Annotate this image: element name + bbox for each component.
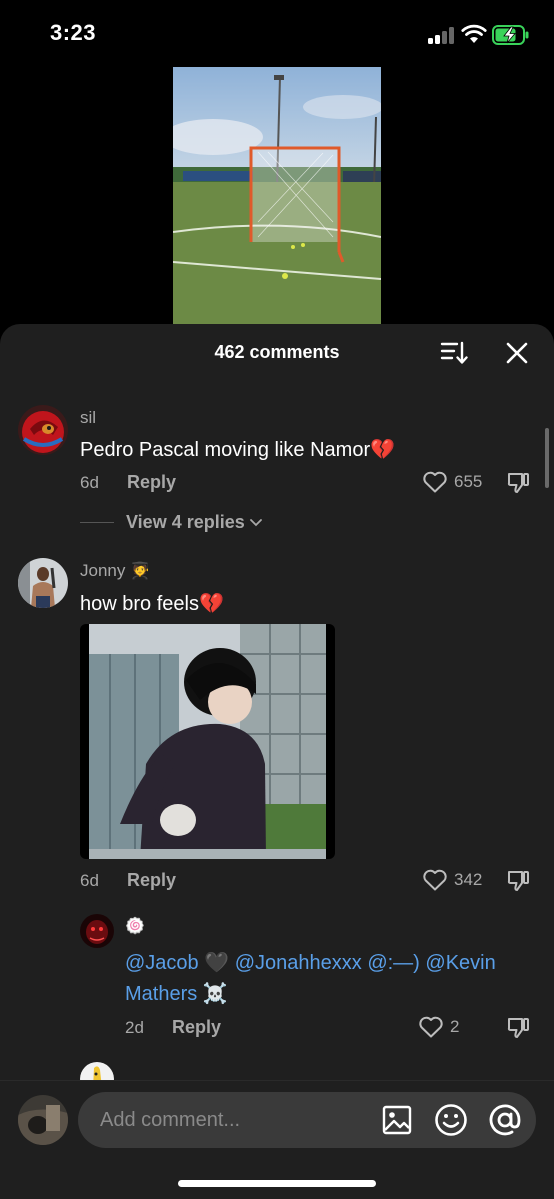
- reply-button[interactable]: Reply: [172, 1017, 221, 1038]
- comments-sheet: 462 comments sil Pedro Pascal moving lik…: [0, 324, 554, 1199]
- gif-frame: [89, 624, 326, 859]
- battery-charging-icon: [492, 25, 529, 45]
- chevron-down-icon: [249, 518, 262, 526]
- like-count: 2: [450, 1017, 460, 1036]
- reply-text: @Jacob 🖤 @Jonahhexxx @:—) @Kevin Mathers…: [125, 948, 545, 1010]
- reply-button[interactable]: Reply: [127, 870, 176, 891]
- comment-gif-image[interactable]: [80, 624, 335, 859]
- wifi-icon: [461, 24, 487, 43]
- scrollbar[interactable]: [545, 428, 549, 488]
- avatar[interactable]: [18, 558, 68, 608]
- heart-icon: [419, 1016, 443, 1038]
- home-indicator[interactable]: [178, 1180, 376, 1187]
- reply-button[interactable]: Reply: [127, 472, 176, 493]
- broken-heart-emoji: 💔: [370, 439, 396, 461]
- current-user-avatar[interactable]: [18, 1095, 68, 1145]
- dislike-icon[interactable]: [506, 1016, 532, 1040]
- comment-input-placeholder: Add comment...: [100, 1109, 241, 1131]
- video-frame-soccer-goal: [173, 67, 381, 326]
- dislike-icon[interactable]: [506, 471, 532, 495]
- comment-username[interactable]: Jonny 🧑‍🎓: [80, 561, 150, 581]
- dislike-icon[interactable]: [506, 869, 532, 893]
- broken-heart-emoji: 💔: [198, 593, 224, 615]
- avatar-image: [18, 558, 68, 608]
- comment-time: 6d: [80, 473, 99, 492]
- divider: [80, 522, 114, 523]
- heart-icon: [423, 869, 447, 891]
- black-heart-emoji: 🖤: [204, 952, 230, 974]
- avatar-image: [18, 1095, 68, 1145]
- reply-time: 2d: [125, 1018, 144, 1037]
- emoji-icon[interactable]: [434, 1103, 468, 1137]
- status-bar: 3:23: [0, 0, 554, 66]
- avatar[interactable]: [18, 405, 68, 455]
- sort-icon[interactable]: [440, 340, 468, 366]
- comment-input[interactable]: Add comment...: [78, 1092, 536, 1148]
- image-icon[interactable]: [382, 1105, 412, 1135]
- close-icon[interactable]: [504, 340, 530, 366]
- status-time: 3:23: [50, 20, 97, 45]
- heart-icon: [423, 471, 447, 493]
- student-emoji: 🧑‍🎓: [130, 563, 151, 580]
- avatar-image: [80, 914, 114, 948]
- like-button[interactable]: 342: [422, 868, 482, 892]
- mention-link[interactable]: @Jacob: [125, 952, 199, 974]
- like-count: 342: [454, 870, 483, 889]
- comment-time: 6d: [80, 871, 99, 890]
- avatar-image: [18, 405, 68, 455]
- comment-text: how bro feels💔: [80, 593, 224, 615]
- comment-input-bar: Add comment...: [0, 1080, 554, 1199]
- mention-link[interactable]: @:—): [367, 952, 420, 974]
- like-button[interactable]: 655: [422, 470, 482, 494]
- comment-username[interactable]: sil: [80, 408, 96, 428]
- mention-link[interactable]: @Jonahhexxx: [235, 952, 362, 974]
- view-replies-button[interactable]: View 4 replies: [80, 512, 263, 533]
- avatar[interactable]: [80, 914, 114, 948]
- reply-username-emoji[interactable]: 🍥: [125, 916, 145, 936]
- mention-icon[interactable]: [488, 1103, 522, 1137]
- comment-text: Pedro Pascal moving like Namor💔: [80, 439, 396, 461]
- skull-emoji: ☠️: [202, 983, 228, 1005]
- like-count: 655: [454, 472, 483, 491]
- comments-count-title: 462 comments: [214, 342, 340, 362]
- cellular-signal-icon: [428, 26, 454, 44]
- video-player[interactable]: [0, 66, 554, 326]
- like-button[interactable]: 2: [418, 1015, 459, 1039]
